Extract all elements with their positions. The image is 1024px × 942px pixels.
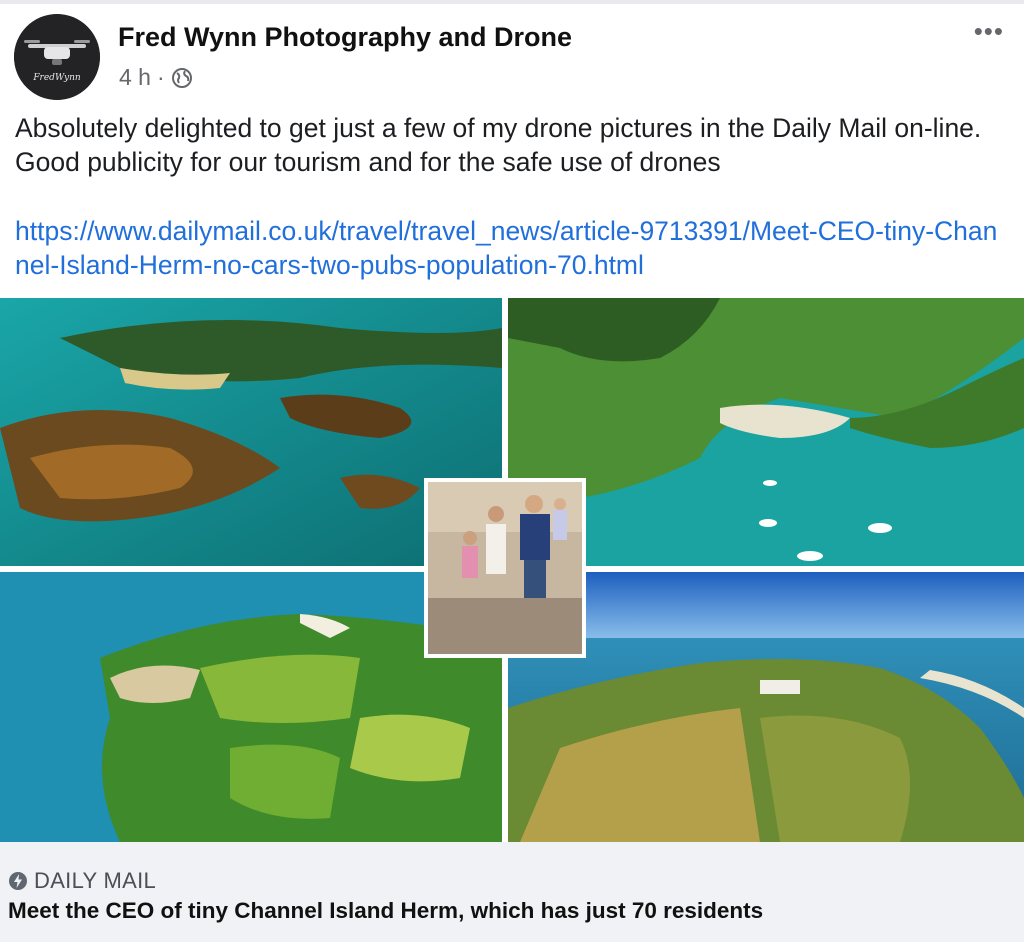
more-options-button[interactable]: ••• — [974, 18, 1004, 44]
globe-icon — [171, 67, 193, 89]
photo-family — [424, 478, 586, 658]
post-timestamp[interactable]: 4 h — [119, 64, 151, 91]
avatar-logo-text: FredWynn — [32, 73, 81, 83]
facebook-post: FredWynn Fred Wynn Photography and Drone… — [0, 0, 1024, 942]
link-preview-source: DAILY MAIL — [8, 868, 156, 894]
post-text: Absolutely delighted to get just a few o… — [15, 113, 982, 177]
drone-logo-icon: FredWynn — [14, 14, 100, 100]
link-preview[interactable]: DAILY MAIL Meet the CEO of tiny Channel … — [0, 842, 1024, 942]
post-author-name[interactable]: Fred Wynn Photography and Drone — [118, 22, 572, 53]
post-link[interactable]: https://www.dailymail.co.uk/travel/trave… — [15, 214, 1010, 282]
lightning-icon — [8, 871, 28, 891]
link-headline[interactable]: Meet the CEO of tiny Channel Island Herm… — [8, 898, 763, 924]
meta-separator: · — [156, 64, 165, 90]
link-source-label: DAILY MAIL — [34, 868, 157, 893]
photo-collage[interactable] — [0, 298, 1024, 842]
top-divider — [0, 0, 1024, 4]
post-meta: 4 h · — [119, 64, 193, 91]
avatar[interactable]: FredWynn — [14, 14, 100, 100]
